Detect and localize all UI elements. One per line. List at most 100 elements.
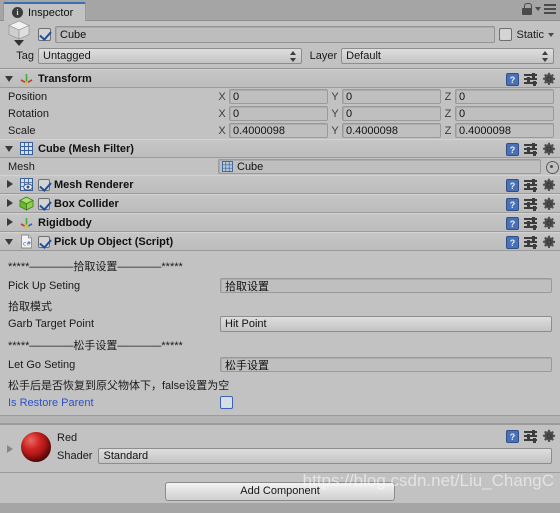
garb-target-point-value: Hit Point	[225, 317, 267, 330]
gameobject-enabled-checkbox[interactable]	[38, 28, 51, 41]
position-z-input[interactable]: 0	[455, 89, 554, 104]
row-is-restore-parent: Is Restore Parent	[0, 394, 560, 411]
component-title-transform: Transform	[38, 72, 92, 85]
mesh-renderer-enabled-checkbox[interactable]	[38, 178, 50, 191]
tab-inspector[interactable]: i Inspector	[3, 2, 87, 21]
component-header-rigidbody[interactable]: Rigidbody ?	[0, 213, 560, 232]
row-let-go-seting: Let Go Seting 松手设置	[0, 356, 560, 373]
help-icon[interactable]: ?	[506, 235, 519, 249]
help-icon[interactable]: ?	[506, 72, 519, 86]
chevron-down-icon[interactable]	[535, 7, 541, 11]
static-checkbox[interactable]	[499, 28, 513, 41]
component-title-box-collider: Box Collider	[54, 197, 119, 210]
garb-target-point-label: Garb Target Point	[8, 317, 95, 330]
rotation-x-value: 0	[233, 107, 240, 120]
pick-up-object-enabled-checkbox[interactable]	[38, 235, 50, 248]
preset-sliders-icon[interactable]	[524, 429, 537, 443]
mesh-renderer-foldout-toggle[interactable]	[4, 179, 15, 190]
mesh-label: Mesh	[8, 160, 35, 173]
rotation-x-input[interactable]: 0	[229, 106, 328, 121]
is-restore-parent-checkbox[interactable]	[220, 396, 233, 409]
help-icon[interactable]: ?	[506, 216, 519, 230]
add-component-button[interactable]: Add Component	[165, 481, 395, 501]
tag-dropdown[interactable]: Untagged	[38, 48, 302, 64]
material-sphere-icon	[21, 432, 51, 462]
rotation-z-value: 0	[459, 107, 466, 120]
position-y-value: 0	[346, 90, 353, 103]
rigidbody-foldout-toggle[interactable]	[4, 217, 15, 228]
pick-up-object-foldout-toggle[interactable]	[4, 236, 15, 247]
help-icon[interactable]: ?	[506, 429, 519, 443]
let-go-seting-value: 松手设置	[225, 359, 269, 372]
preset-sliders-icon[interactable]	[524, 178, 537, 192]
inspector-window: i Inspector Cube Static Tag Untagged Lay…	[0, 0, 560, 513]
static-label: Static	[516, 28, 544, 41]
preset-sliders-icon[interactable]	[524, 142, 537, 156]
material-name: Red	[57, 432, 78, 444]
rotation-z-input[interactable]: 0	[455, 106, 554, 121]
layer-dropdown[interactable]: Default	[341, 48, 554, 64]
mesh-object-field[interactable]: Cube	[218, 159, 541, 174]
layer-label: Layer	[309, 50, 338, 62]
cube-icon-svg	[8, 20, 30, 39]
let-go-seting-input[interactable]: 松手设置	[220, 357, 552, 372]
pick-up-seting-input[interactable]: 拾取设置	[220, 278, 552, 293]
mesh-object-picker-icon[interactable]	[545, 160, 559, 174]
component-header-pick-up-object[interactable]: c# Pick Up Object (Script) ?	[0, 232, 560, 251]
mesh-filter-foldout-toggle[interactable]	[4, 143, 15, 154]
shader-dropdown[interactable]: Standard	[98, 448, 552, 464]
scale-x-value: 0.4000098	[233, 124, 285, 137]
preset-sliders-icon[interactable]	[524, 216, 537, 230]
position-x-input[interactable]: 0	[229, 89, 328, 104]
component-header-mesh-filter[interactable]: Cube (Mesh Filter) ?	[0, 139, 560, 158]
tag-label: Tag	[16, 50, 34, 62]
box-collider-foldout-toggle[interactable]	[4, 198, 15, 209]
scale-x-input[interactable]: 0.4000098	[229, 123, 328, 138]
component-header-icons-pick-up-object: ?	[506, 235, 556, 249]
scale-y-input[interactable]: 0.4000098	[342, 123, 441, 138]
component-header-icons-box-collider: ?	[506, 197, 556, 211]
help-icon[interactable]: ?	[506, 142, 519, 156]
component-header-transform[interactable]: Transform ?	[0, 69, 560, 88]
gameobject-name-input[interactable]: Cube	[55, 26, 496, 43]
preset-sliders-icon[interactable]	[524, 72, 537, 86]
component-header-box-collider[interactable]: Box Collider ?	[0, 194, 560, 213]
lock-icon[interactable]	[522, 3, 532, 15]
mesh-filter-row-mesh: Mesh Cube	[0, 158, 560, 175]
tab-bar-controls	[522, 3, 556, 15]
mesh-filter-body: Mesh Cube	[0, 158, 560, 175]
transform-position-fields: X 0 Y 0 Z 0	[218, 89, 560, 104]
svg-text:c#: c#	[23, 241, 31, 248]
gear-icon[interactable]	[542, 197, 556, 211]
axis-y-label: Y	[331, 107, 339, 120]
gear-icon[interactable]	[542, 142, 556, 156]
hamburger-menu-icon[interactable]	[544, 4, 556, 14]
pick-up-seting-value: 拾取设置	[225, 280, 269, 293]
garb-target-point-dropdown[interactable]: Hit Point	[220, 315, 552, 332]
gear-icon[interactable]	[542, 429, 556, 443]
is-restore-parent-label: Is Restore Parent	[8, 396, 94, 409]
box-collider-enabled-checkbox[interactable]	[38, 197, 50, 210]
static-dropdown-chevron-down-icon[interactable]	[548, 32, 554, 37]
cube-icon-dropdown-triangle	[14, 39, 24, 46]
gear-icon[interactable]	[542, 178, 556, 192]
scale-z-input[interactable]: 0.4000098	[455, 123, 554, 138]
component-header-mesh-renderer[interactable]: Mesh Renderer ?	[0, 175, 560, 194]
preset-sliders-icon[interactable]	[524, 197, 537, 211]
help-icon[interactable]: ?	[506, 197, 519, 211]
axis-x-label: X	[218, 124, 226, 137]
info-icon: i	[12, 7, 23, 18]
restore-parent-note: 松手后是否恢复到原父物体下，false设置为空	[8, 380, 230, 392]
row-pick-up-seting: Pick Up Seting 拾取设置	[0, 277, 560, 294]
cube-icon[interactable]	[6, 20, 34, 50]
rotation-y-value: 0	[346, 107, 353, 120]
position-y-input[interactable]: 0	[342, 89, 441, 104]
gear-icon[interactable]	[542, 72, 556, 86]
gear-icon[interactable]	[542, 216, 556, 230]
rotation-y-input[interactable]: 0	[342, 106, 441, 121]
transform-foldout-toggle[interactable]	[4, 73, 15, 84]
material-foldout-toggle[interactable]	[4, 444, 15, 455]
preset-sliders-icon[interactable]	[524, 235, 537, 249]
help-icon[interactable]: ?	[506, 178, 519, 192]
gear-icon[interactable]	[542, 235, 556, 249]
